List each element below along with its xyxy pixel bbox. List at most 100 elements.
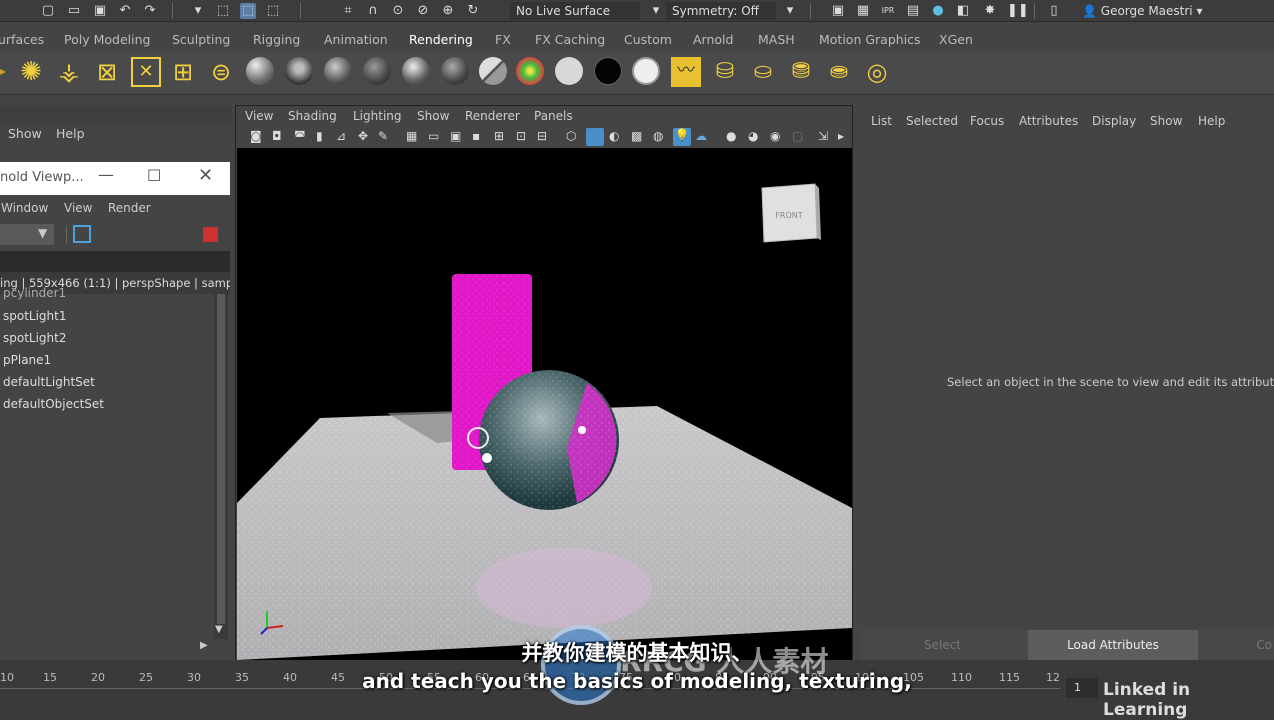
- shadow-material-icon[interactable]: [632, 57, 660, 85]
- lighting-menu[interactable]: Lighting: [353, 109, 402, 123]
- film-gate-icon[interactable]: ▭: [428, 129, 439, 143]
- user-account-button[interactable]: 👤 George Maestri ▾: [1076, 2, 1214, 20]
- render-region-icon[interactable]: ⛂: [824, 57, 854, 87]
- snap-surface-icon[interactable]: ⊕: [440, 3, 456, 19]
- 2d-pan-icon[interactable]: ✥: [358, 129, 368, 143]
- help-menu[interactable]: Help: [56, 126, 85, 141]
- resolution-gate-icon[interactable]: ▣: [450, 129, 461, 143]
- history-icon[interactable]: ↻: [465, 3, 481, 19]
- snap-grid-icon[interactable]: ⌗: [340, 3, 356, 19]
- lock-camera-icon[interactable]: ◘: [272, 129, 282, 143]
- select-by-object-icon[interactable]: ⬚: [240, 3, 256, 19]
- minimize-icon[interactable]: —: [98, 165, 114, 184]
- more-icon[interactable]: ▸: [838, 129, 844, 143]
- close-icon[interactable]: ✕: [198, 165, 213, 186]
- tab-surfaces[interactable]: urfaces: [0, 32, 44, 47]
- pause-icon[interactable]: ❚❚: [1007, 3, 1029, 19]
- render-settings-icon[interactable]: ▤: [905, 3, 921, 19]
- material-sphere-icon[interactable]: [324, 57, 352, 85]
- vertical-scrollbar[interactable]: ▼: [214, 294, 228, 639]
- live-surface-dropdown[interactable]: No Live Surface: [510, 2, 640, 20]
- material-sphere-icon[interactable]: [479, 57, 507, 85]
- tab-arnold[interactable]: Arnold: [693, 32, 733, 47]
- list-item[interactable]: spotLight2: [3, 331, 67, 345]
- scrollbar-thumb[interactable]: [217, 294, 225, 624]
- open-scene-icon[interactable]: ▭: [66, 3, 82, 19]
- maximize-icon[interactable]: ☐: [147, 166, 161, 185]
- safe-title-icon[interactable]: ⊟: [537, 129, 547, 143]
- hypershade-icon[interactable]: ●: [930, 3, 946, 19]
- list-item[interactable]: spotLight1: [3, 309, 67, 323]
- batch-render-icon[interactable]: ⛃: [786, 57, 816, 87]
- ambient-occlusion-icon[interactable]: ☁: [695, 129, 707, 143]
- light-editor-icon[interactable]: ✸: [982, 3, 998, 19]
- gate-mask-icon[interactable]: ▪: [472, 129, 480, 143]
- render-menu[interactable]: Render: [108, 201, 151, 215]
- material-sphere-icon[interactable]: [285, 57, 313, 85]
- material-sphere-icon[interactable]: [246, 57, 274, 85]
- list-item[interactable]: pcylinder1: [3, 286, 66, 300]
- bookmark-icon[interactable]: ▮: [316, 129, 323, 143]
- directional-light-icon[interactable]: [0, 63, 6, 81]
- material-sphere-icon[interactable]: [441, 57, 469, 85]
- view-cube[interactable]: FRONT: [761, 183, 821, 243]
- white-material-icon[interactable]: [555, 57, 583, 85]
- panel-icon[interactable]: ▯: [1046, 3, 1062, 19]
- grid-icon[interactable]: ▦: [406, 129, 417, 143]
- render-target-icon[interactable]: ◎: [862, 57, 892, 87]
- snap-point-icon[interactable]: ⊙: [390, 3, 406, 19]
- renderer-menu[interactable]: Renderer: [465, 109, 520, 123]
- anti-aliasing-icon[interactable]: ◕: [748, 129, 758, 143]
- tab-fx[interactable]: FX: [495, 32, 511, 47]
- tab-xgen[interactable]: XGen: [939, 32, 973, 47]
- tab-fx-caching[interactable]: FX Caching: [535, 32, 605, 47]
- isolate-select-icon[interactable]: ▢: [792, 129, 803, 143]
- render-current-frame-icon[interactable]: ▦: [855, 3, 871, 19]
- attributes-menu[interactable]: Attributes: [1019, 114, 1078, 128]
- render-sequence-icon[interactable]: ⛀: [748, 57, 778, 87]
- tab-motion-graphics[interactable]: Motion Graphics: [819, 32, 921, 47]
- use-all-lights-icon[interactable]: ◍: [653, 129, 663, 143]
- point-light-icon[interactable]: ✺: [16, 57, 46, 87]
- tab-animation[interactable]: Animation: [324, 32, 388, 47]
- new-scene-icon[interactable]: ▢: [40, 3, 56, 19]
- chevron-down-icon[interactable]: ▾: [782, 3, 798, 19]
- list-item[interactable]: defaultLightSet: [3, 375, 95, 389]
- list-item[interactable]: pPlane1: [3, 353, 51, 367]
- focus-menu[interactable]: Focus: [970, 114, 1004, 128]
- selected-menu[interactable]: Selected: [906, 114, 958, 128]
- redo-icon[interactable]: ↷: [142, 3, 158, 19]
- display-menu[interactable]: Display: [1092, 114, 1136, 128]
- camera-attributes-icon[interactable]: ◚: [294, 129, 306, 143]
- save-scene-icon[interactable]: ▣: [92, 3, 108, 19]
- wireframe-on-shaded-icon[interactable]: ◐: [609, 129, 619, 143]
- image-plane-icon[interactable]: ⊿: [336, 129, 346, 143]
- chevron-down-icon[interactable]: ▾: [648, 3, 664, 19]
- black-material-icon[interactable]: [594, 57, 622, 85]
- render-settings-icon[interactable]: ⛁: [710, 57, 740, 87]
- menu-set-icon[interactable]: ▾: [190, 3, 206, 19]
- spot-light-icon[interactable]: ⚶: [54, 57, 84, 87]
- view-menu[interactable]: View: [64, 201, 92, 215]
- camera-icon[interactable]: ◙: [250, 129, 262, 143]
- show-menu[interactable]: Show: [8, 126, 42, 141]
- field-chart-icon[interactable]: ⊞: [494, 129, 504, 143]
- window-menu[interactable]: Window: [1, 201, 48, 215]
- scroll-down-icon[interactable]: ▼: [215, 624, 223, 635]
- ambient-light-icon[interactable]: ⊞: [168, 57, 198, 87]
- snap-view-icon[interactable]: ⊘: [415, 3, 431, 19]
- help-menu[interactable]: Help: [1198, 114, 1225, 128]
- region-icon[interactable]: [73, 225, 91, 243]
- render-setup-icon[interactable]: ◧: [955, 3, 971, 19]
- show-menu[interactable]: Show: [417, 109, 449, 123]
- tab-mash[interactable]: MASH: [758, 32, 795, 47]
- tab-sculpting[interactable]: Sculpting: [172, 32, 230, 47]
- select-by-hierarchy-icon[interactable]: ⬚: [215, 3, 231, 19]
- area-light-icon[interactable]: ⊠: [92, 57, 122, 87]
- tab-custom[interactable]: Custom: [624, 32, 672, 47]
- display-dropdown[interactable]: ▼: [0, 224, 54, 245]
- smooth-shade-icon[interactable]: [586, 128, 604, 146]
- material-sphere-icon[interactable]: [363, 57, 391, 85]
- list-menu[interactable]: List: [871, 114, 892, 128]
- tab-rigging[interactable]: Rigging: [253, 32, 300, 47]
